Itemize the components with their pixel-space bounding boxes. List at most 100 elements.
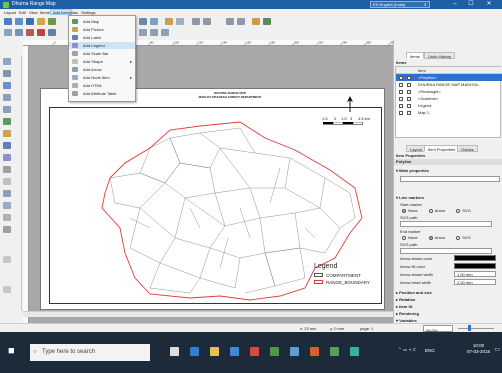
visibility-checkbox[interactable] [399,89,403,94]
tab-undo-history[interactable]: Undo History [424,52,456,59]
tab-guides[interactable]: Guides [457,145,478,152]
atlas-print-icon[interactable] [252,18,260,25]
task-view-icon[interactable] [170,347,179,356]
store-icon[interactable] [230,347,239,356]
main-properties-field[interactable] [400,176,500,182]
duplicate-layout-icon[interactable] [15,18,23,25]
menu-item-add-picture[interactable]: Add Picture [69,26,135,33]
select-icon[interactable] [3,82,11,89]
list-item[interactable]: Map 1 [396,109,502,116]
arrow-fill-color-button[interactable] [454,263,496,269]
app-icon[interactable] [350,347,359,356]
last-feature-icon[interactable] [237,18,245,25]
move-content-icon[interactable] [3,94,11,101]
zoom-combobox[interactable]: 35.0% [423,325,453,333]
legend[interactable]: Legend COMPARTMENT RANGE_BOUNDARY [300,263,372,295]
visibility-checkbox[interactable] [399,82,403,87]
menu-atlas[interactable]: Atlas [67,10,80,15]
section-item-id[interactable]: ▸ Item ID [396,304,412,309]
layout-manager-icon[interactable] [26,18,34,25]
firefox-icon[interactable] [310,347,319,356]
add-legend-tool-icon[interactable] [3,154,11,161]
section-position-and-size[interactable]: ▸ Position and size [396,290,432,295]
tab-items[interactable]: Items [406,52,424,59]
zoom-icon[interactable] [3,70,11,77]
menu-item-add-legend[interactable]: Add Legend [69,42,135,49]
lock-items-icon[interactable] [165,18,173,25]
radio-end-svg[interactable]: SVG [456,235,471,240]
first-feature-icon[interactable] [192,18,200,25]
print-icon[interactable] [4,29,12,36]
radio-start-none[interactable]: None [402,208,418,213]
radio-end-arrow[interactable]: Arrow [428,235,445,240]
add-picture-tool-icon[interactable] [3,130,11,137]
input-language[interactable]: ENG [425,348,435,353]
arrow-head-width-field[interactable]: 2.00 mm [454,279,496,285]
lock-checkbox[interactable] [407,75,411,80]
menu-item-add-html[interactable]: Add HTML [69,82,135,89]
menu-item-add-map[interactable]: Add Map [69,18,135,25]
refresh-icon[interactable] [150,18,158,25]
tray-icons[interactable]: ⌃ ▭ ◖ ⊂ [398,347,416,353]
add-template-icon[interactable] [48,18,56,25]
tab-layout[interactable]: Layout [406,145,427,152]
radio-start-arrow[interactable]: Arrow [428,208,445,213]
misc-tool-icon[interactable] [3,256,11,263]
export-image-icon[interactable] [15,29,23,36]
add-scalebar-tool-icon[interactable] [3,166,11,173]
add-map-tool-icon[interactable] [3,118,11,125]
unlock-items-icon[interactable] [176,18,184,25]
minimize-button[interactable]: – [450,1,460,8]
section-rendering[interactable]: ▸ Rendering [396,311,419,316]
add-shape-tool-icon[interactable] [3,178,11,185]
lock-checkbox[interactable] [407,110,411,115]
misc-tool-icon[interactable] [3,286,11,293]
menu-item-add-node-item[interactable]: Add Node Item ▸ [69,74,135,81]
zoom-slider[interactable] [458,328,494,329]
menu-settings[interactable]: Settings [79,10,97,15]
chrome-icon[interactable] [250,347,259,356]
edit-nodes-icon[interactable] [3,106,11,113]
radio-start-svg[interactable]: SVG [456,208,471,213]
edge-icon[interactable] [190,347,199,356]
resize-icon[interactable] [161,29,169,36]
add-node-tool-icon[interactable] [3,202,11,209]
add-label-tool-icon[interactable] [3,142,11,149]
list-item[interactable]: <Rectangle> [396,88,502,95]
app-icon[interactable] [290,347,299,356]
horizontal-scrollbar[interactable] [23,311,393,317]
section-rotation[interactable]: ▸ Rotation [396,297,415,302]
language-selector[interactable]: EN English (India) ⇕ [370,1,430,8]
menu-item-add-shape[interactable]: Add Shape ▸ [69,58,135,65]
tab-item-properties[interactable]: Item Properties [424,145,460,152]
app-icon[interactable] [330,347,339,356]
svg-path-field-end[interactable] [400,248,492,254]
add-arrow-tool-icon[interactable] [3,190,11,197]
lock-checkbox[interactable] [407,82,411,87]
new-layout-icon[interactable] [4,18,12,25]
atlas-settings-icon[interactable] [48,29,56,36]
radio-end-none[interactable]: None [402,235,418,240]
menu-item-add-label[interactable]: Add Label [69,34,135,41]
distribute-icon[interactable] [150,29,158,36]
zoom-slider-handle[interactable] [468,325,471,331]
menu-item-add-scale-bar[interactable]: Add Scale Bar [69,50,135,57]
section-line-markers[interactable]: ▾ Line markers [396,195,424,200]
pan-icon[interactable] [3,58,11,65]
maximize-button[interactable]: ☐ [466,1,476,8]
add-table-tool-icon[interactable] [3,226,11,233]
zoom-full-icon[interactable] [139,18,147,25]
svg-path-field[interactable] [400,221,492,227]
list-item[interactable]: <Scalebar> [396,95,502,102]
taskbar-clock[interactable]: 10:00 07-03-2018 [467,343,490,355]
save-template-icon[interactable] [37,18,45,25]
arrow-stroke-width-field[interactable]: 1.00 mm [454,271,496,277]
menu-item-add-attribute-table[interactable]: Add Attribute Table [69,90,135,97]
windows-start-icon[interactable]: ■ [8,346,19,357]
notification-icon[interactable]: ▭ [494,346,500,353]
taskbar-search-box[interactable]: ○ Type here to search [30,344,150,361]
arrow-stroke-color-button[interactable] [454,255,496,261]
list-item[interactable]: Legend [396,102,502,109]
add-html-tool-icon[interactable] [3,214,11,221]
lock-checkbox[interactable] [407,96,411,101]
